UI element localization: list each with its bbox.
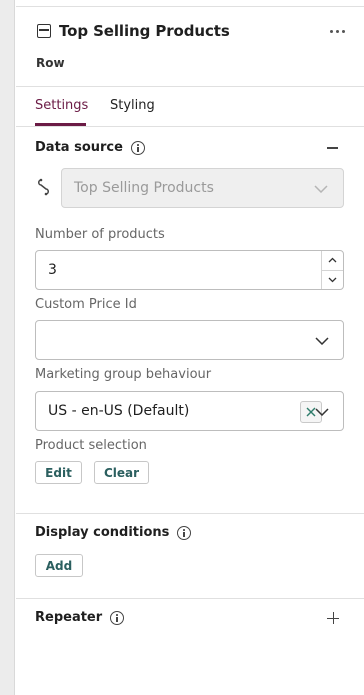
product-selection-label: Product selection — [35, 438, 147, 453]
quantity-stepper — [321, 251, 343, 289]
number-of-products-value: 3 — [48, 262, 57, 278]
tab-settings[interactable]: Settings — [35, 98, 88, 113]
repeater-heading: Repeater — [35, 610, 125, 625]
add-condition-button[interactable]: Add — [35, 554, 83, 577]
chevron-down-icon — [315, 408, 329, 416]
custom-price-id-label: Custom Price Id — [35, 297, 137, 312]
data-source-heading: Data source — [35, 140, 145, 155]
stepper-up-button[interactable] — [322, 251, 343, 271]
properties-panel: Top Selling Products Row Settings Stylin… — [16, 0, 364, 695]
tabs-divider — [16, 126, 364, 127]
display-conditions-title: Display conditions — [35, 525, 170, 540]
chevron-down-icon — [314, 185, 328, 193]
component-type-label: Row — [36, 56, 65, 70]
number-of-products-label: Number of products — [35, 227, 165, 242]
info-icon[interactable] — [130, 140, 145, 155]
data-source-select[interactable]: Top Selling Products — [61, 168, 344, 208]
section-divider — [16, 513, 364, 514]
info-icon[interactable] — [110, 610, 125, 625]
clear-button[interactable]: Clear — [94, 461, 149, 484]
stepper-down-button[interactable] — [322, 271, 343, 290]
panel-title: Top Selling Products — [59, 22, 230, 40]
marketing-group-select[interactable]: US - en-US (Default) — [35, 391, 344, 431]
custom-price-id-select[interactable] — [35, 320, 344, 360]
info-icon[interactable] — [177, 525, 192, 540]
link-icon — [38, 178, 49, 196]
more-options-icon[interactable] — [328, 26, 347, 37]
header-divider — [16, 86, 364, 87]
left-rail — [0, 0, 15, 695]
panel-header: Top Selling Products — [37, 20, 347, 42]
section-divider — [16, 598, 364, 599]
data-source-title: Data source — [35, 140, 123, 155]
display-conditions-heading: Display conditions — [35, 525, 192, 540]
number-of-products-input[interactable]: 3 — [35, 250, 344, 290]
repeater-title: Repeater — [35, 610, 103, 625]
tab-styling[interactable]: Styling — [110, 98, 155, 113]
chevron-down-icon — [328, 277, 337, 283]
chevron-up-icon — [328, 257, 337, 263]
collapse-icon[interactable] — [327, 147, 338, 149]
chevron-down-icon — [315, 337, 329, 345]
row-component-icon — [37, 24, 51, 38]
edit-button[interactable]: Edit — [35, 461, 82, 484]
data-source-value: Top Selling Products — [74, 180, 214, 196]
marketing-group-value: US - en-US (Default) — [48, 403, 190, 419]
marketing-group-label: Marketing group behaviour — [35, 367, 212, 382]
plus-icon[interactable] — [327, 612, 339, 624]
top-strip — [16, 0, 364, 7]
